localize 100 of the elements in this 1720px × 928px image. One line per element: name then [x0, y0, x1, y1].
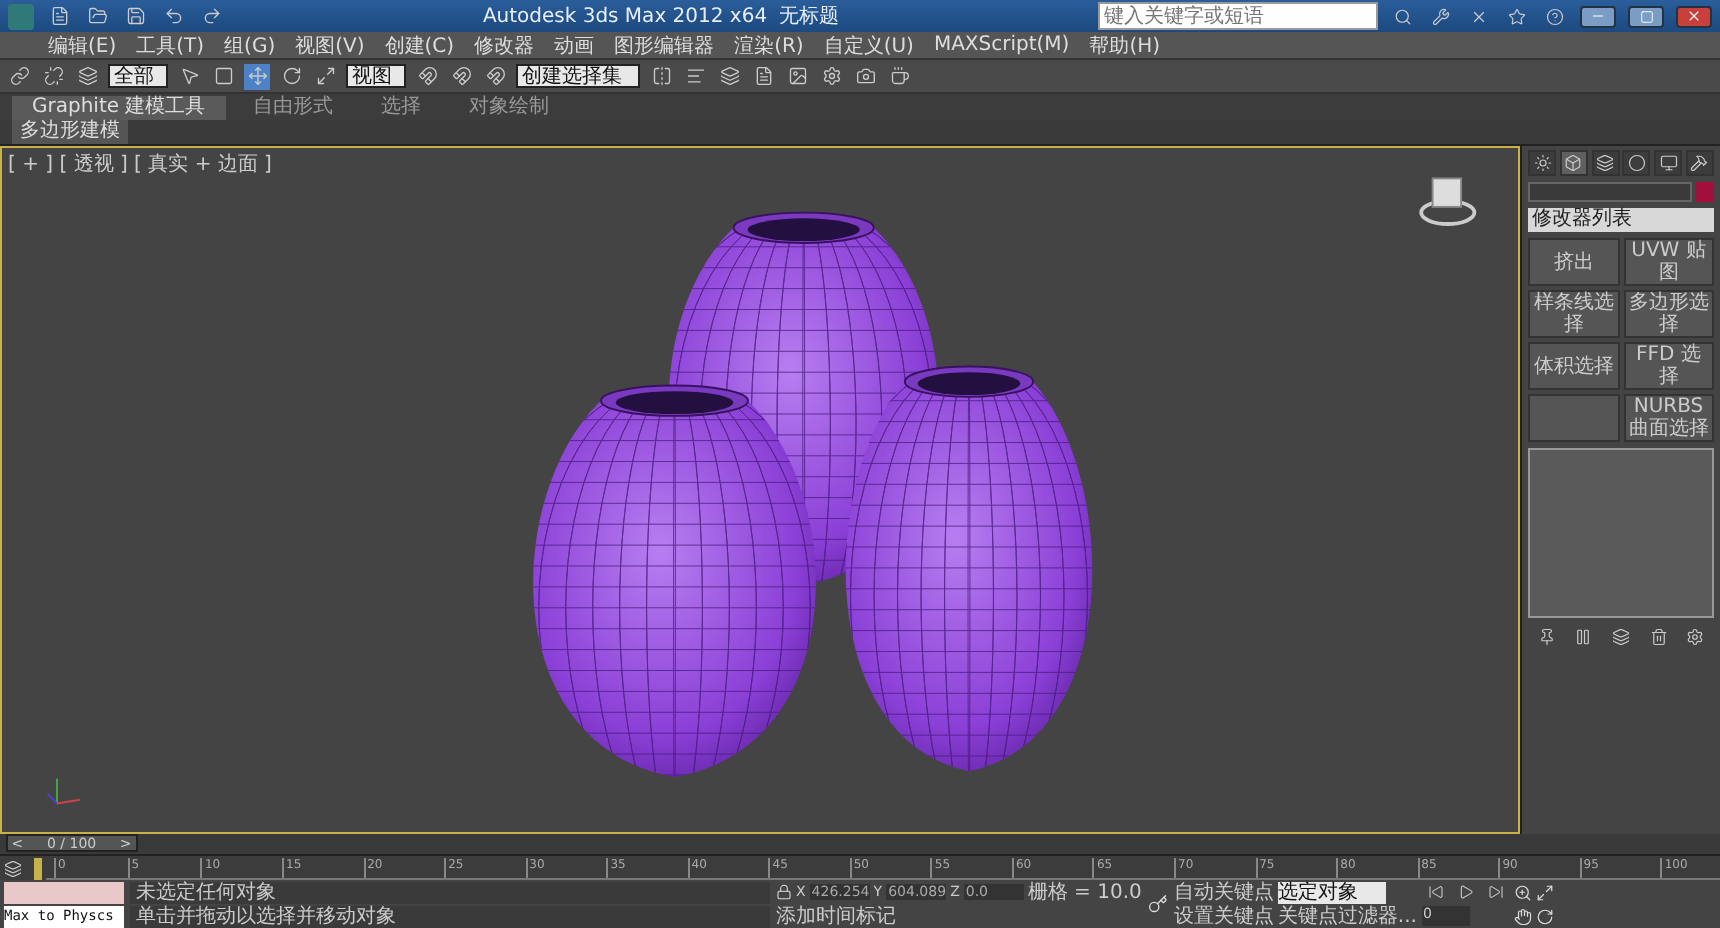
- modifier-button[interactable]: FFD 选择: [1623, 342, 1714, 390]
- pin-icon: [1537, 628, 1556, 646]
- box-icon: [1564, 154, 1583, 172]
- zoom-extents-icon: [1536, 883, 1555, 901]
- minimize-button[interactable]: [1580, 5, 1616, 27]
- help-icon: [1546, 7, 1564, 25]
- layer-manager-tool[interactable]: [716, 63, 742, 89]
- unlink-tool[interactable]: [40, 63, 66, 89]
- menu-item[interactable]: 动画: [554, 31, 595, 59]
- percent-snap-tool[interactable]: [482, 63, 508, 89]
- zoom-icon: [1514, 883, 1533, 901]
- modifier-button[interactable]: 样条线选择: [1528, 290, 1619, 338]
- maximize-button[interactable]: [1628, 5, 1664, 27]
- object-name-field[interactable]: [1528, 182, 1692, 202]
- quick-access-tool[interactable]: [84, 3, 110, 29]
- menu-item[interactable]: 帮助(H): [1089, 31, 1161, 59]
- key-filters-button[interactable]: 关键点过滤器...: [1277, 905, 1417, 927]
- perspective-viewport[interactable]: [ + ] [ 透视 ] [ 真实 + 边面 ]: [0, 146, 1520, 834]
- document-title: 无标题: [779, 3, 840, 30]
- modifier-button[interactable]: 挤出: [1528, 238, 1619, 286]
- grid-text: 栅格 = 10.0: [1027, 881, 1142, 903]
- link-tool[interactable]: [6, 63, 32, 89]
- frame-marker[interactable]: [34, 857, 42, 879]
- menu-item[interactable]: 修改器: [474, 31, 535, 59]
- wrench-icon: [1432, 7, 1450, 25]
- close-icon: [1686, 8, 1702, 24]
- set-key-button[interactable]: 设置关键点: [1173, 905, 1274, 927]
- prompt-text: 单击并拖动以选择并移动对象: [130, 905, 770, 927]
- new-file-icon: [49, 6, 69, 26]
- close-button[interactable]: [1676, 5, 1712, 27]
- add-time-tag-text[interactable]: 添加时间标记: [776, 905, 896, 927]
- wrench-tool[interactable]: [1428, 3, 1454, 29]
- render-frame-icon: [855, 66, 875, 86]
- modifier-button[interactable]: UVW 贴图: [1623, 238, 1714, 286]
- menu-item[interactable]: 组(G): [224, 31, 276, 59]
- panel-tab[interactable]: [1622, 150, 1651, 176]
- menu-item[interactable]: 编辑(E): [48, 31, 117, 59]
- key-mode-dropdown[interactable]: 选定对象: [1277, 881, 1386, 903]
- menu-item[interactable]: MAXScript(M): [933, 34, 1070, 56]
- play-icon: [1457, 884, 1474, 900]
- search-field[interactable]: 键入关键字或短语: [1098, 2, 1378, 30]
- view-cube-icon[interactable]: [1419, 177, 1477, 226]
- close-icon: [1470, 7, 1488, 25]
- lock-icon: [776, 884, 792, 900]
- star-tool[interactable]: [1504, 3, 1530, 29]
- hammer-icon: [1690, 154, 1709, 172]
- named-selection-dropdown[interactable]: 创建选择集: [516, 64, 640, 88]
- layers-icon: [1611, 628, 1630, 646]
- ribbon-panel-label[interactable]: 多边形建模: [12, 120, 128, 144]
- move-tool[interactable]: [244, 63, 270, 89]
- menu-item[interactable]: 工具(T): [136, 31, 205, 59]
- rectangle-select-tool[interactable]: [210, 63, 236, 89]
- menu-item[interactable]: 创建(C): [384, 31, 455, 59]
- undo-icon: [163, 6, 183, 26]
- menu-item[interactable]: 视图(V): [295, 31, 365, 59]
- menu-item[interactable]: 图形编辑器: [614, 31, 715, 59]
- modifier-list-dropdown[interactable]: 修改器列表: [1528, 208, 1714, 232]
- ribbon-tab[interactable]: 自由形式: [233, 95, 354, 119]
- modifier-button[interactable]: NURBS 曲面选择: [1623, 394, 1714, 442]
- render-setup-tool[interactable]: [818, 63, 844, 89]
- listener-field[interactable]: [4, 881, 124, 903]
- layer-manager-icon: [719, 66, 739, 86]
- panel-tab[interactable]: [1559, 150, 1588, 176]
- reference-coordinate-dropdown[interactable]: 视图: [346, 64, 406, 88]
- panel-tab[interactable]: [1591, 150, 1620, 176]
- link-icon: [9, 66, 29, 86]
- panel-tab[interactable]: [1685, 150, 1714, 176]
- quick-access-tool[interactable]: [122, 3, 148, 29]
- star-icon: [1508, 7, 1526, 25]
- layers-tool[interactable]: [74, 63, 100, 89]
- move-icon: [247, 66, 267, 86]
- selection-filter-dropdown[interactable]: 全部: [108, 64, 168, 88]
- skip-forward-icon: [1487, 884, 1504, 900]
- search-icon: [1394, 7, 1412, 25]
- panel-tab[interactable]: [1528, 150, 1556, 176]
- modifier-button[interactable]: 多边形选择: [1623, 290, 1714, 338]
- auto-key-button[interactable]: 自动关键点: [1173, 881, 1274, 903]
- render-frame-tool[interactable]: [852, 63, 878, 89]
- help-tool[interactable]: [1542, 3, 1568, 29]
- mirror-tool[interactable]: [648, 63, 674, 89]
- sun-icon: [1533, 154, 1551, 172]
- panel-tab[interactable]: [1654, 150, 1683, 176]
- ribbon-tab[interactable]: 选择: [361, 95, 442, 119]
- menu-item[interactable]: 自定义(U): [823, 31, 914, 59]
- material-editor-tool[interactable]: [784, 63, 810, 89]
- snap-tool[interactable]: [414, 63, 440, 89]
- align-icon: [685, 66, 705, 86]
- angle-snap-tool[interactable]: [448, 63, 474, 89]
- layers-tool[interactable]: [1607, 624, 1634, 650]
- ribbon-tab[interactable]: Graphite 建模工具: [12, 95, 226, 119]
- menu-item[interactable]: 渲染(R): [734, 31, 804, 59]
- selection-status: 未选定任何对象: [130, 881, 770, 903]
- angle-snap-icon: [451, 66, 471, 86]
- modifier-button[interactable]: 体积选择: [1528, 342, 1619, 390]
- trash-icon: [1649, 628, 1668, 646]
- viewport-label[interactable]: [ + ] [ 透视 ] [ 真实 + 边面 ]: [8, 150, 272, 178]
- ribbon-tab[interactable]: 对象绘制: [449, 95, 570, 119]
- scale-tool[interactable]: [312, 63, 338, 89]
- rotate-tool[interactable]: [278, 63, 304, 89]
- color-swatch[interactable]: [1696, 182, 1714, 202]
